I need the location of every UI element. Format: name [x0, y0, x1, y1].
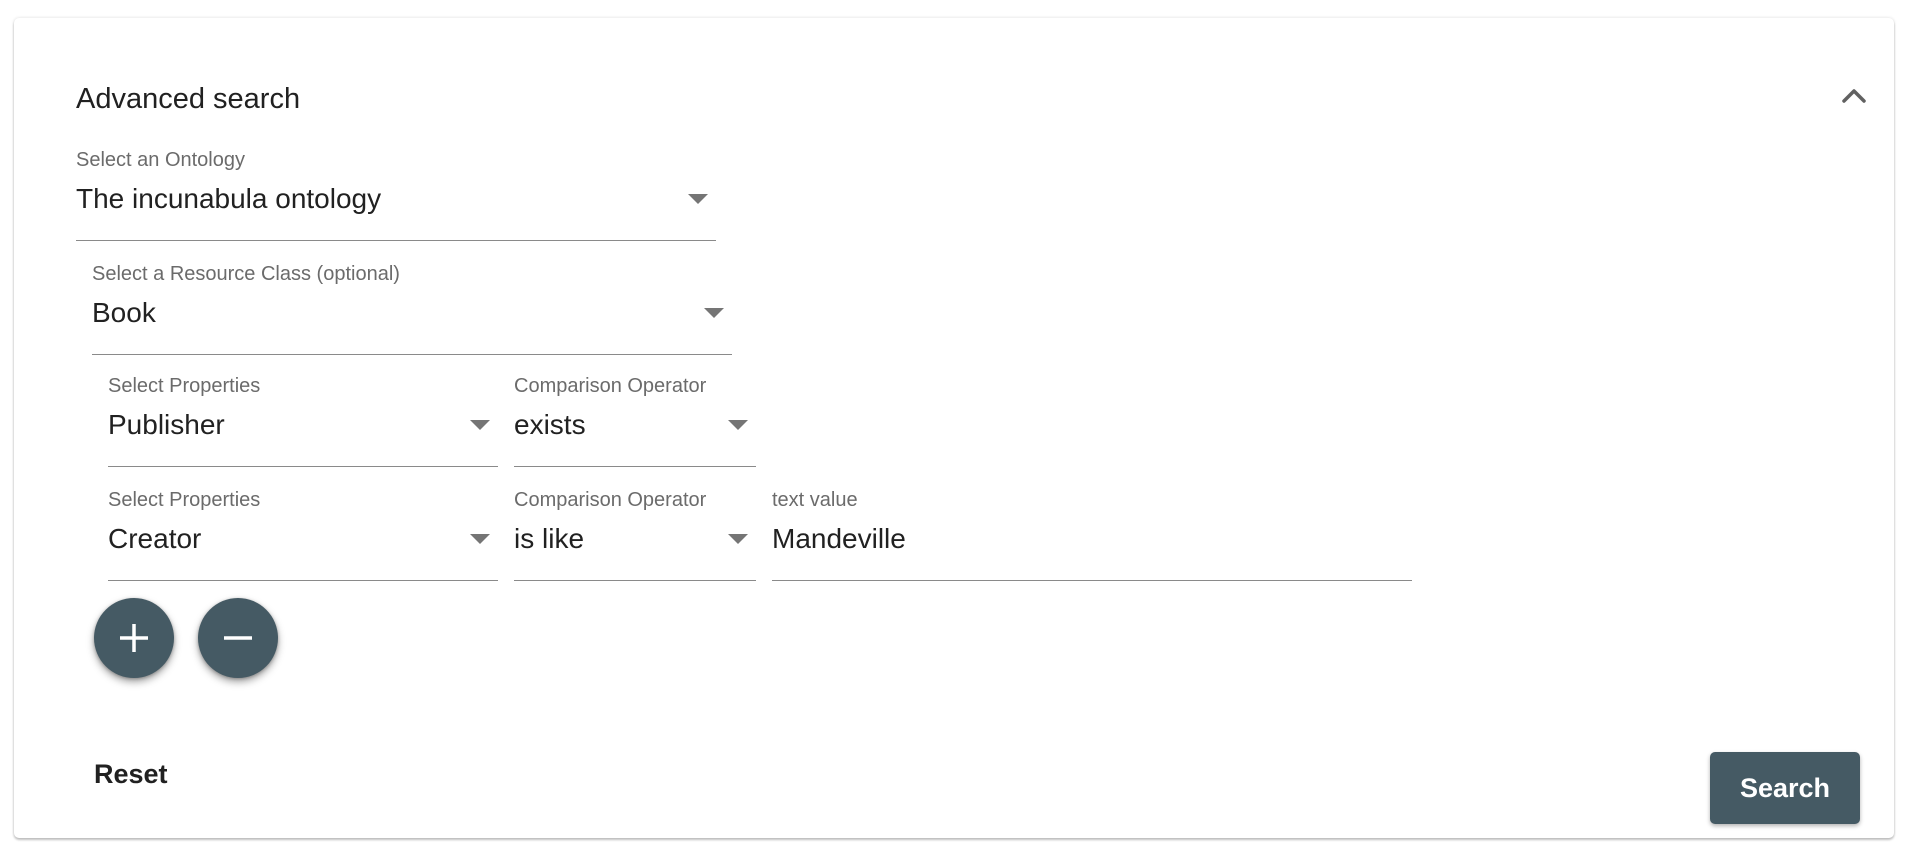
dropdown-arrow-icon	[470, 420, 490, 430]
comparison-operator-label: Comparison Operator	[514, 375, 707, 397]
ontology-select-value: The incunabula ontology	[76, 183, 382, 214]
dropdown-arrow-icon	[728, 534, 748, 544]
comparison-operator-value: is like	[514, 523, 585, 554]
search-button[interactable]: Search	[1710, 752, 1860, 824]
text-value-value: Mandeville	[772, 523, 906, 554]
property-select-label: Select Properties	[108, 375, 261, 397]
comparison-operator-select-2[interactable]: Comparison Operator is like	[514, 488, 756, 581]
property-select-value: Publisher	[108, 409, 225, 440]
dropdown-arrow-icon	[728, 420, 748, 430]
dropdown-arrow-icon	[688, 194, 708, 204]
advanced-search-panel: Advanced search Select an Ontology The i…	[14, 18, 1894, 838]
property-select-value: Creator	[108, 523, 202, 554]
reset-button[interactable]: Reset	[94, 754, 168, 794]
ontology-select-label: Select an Ontology	[76, 149, 245, 171]
remove-property-button[interactable]	[198, 598, 278, 678]
plus-icon	[120, 624, 148, 652]
text-value-input[interactable]: text value Mandeville	[772, 488, 1412, 581]
minus-icon	[224, 636, 252, 640]
collapse-button[interactable]	[1834, 76, 1874, 116]
property-select-1[interactable]: Select Properties Publisher	[108, 374, 498, 467]
resource-class-select[interactable]: Select a Resource Class (optional) Book	[92, 262, 732, 355]
comparison-operator-value: exists	[514, 409, 586, 440]
comparison-operator-label: Comparison Operator	[514, 489, 707, 511]
add-property-button[interactable]	[94, 598, 174, 678]
panel-title: Advanced search	[76, 83, 301, 115]
property-select-2[interactable]: Select Properties Creator	[108, 488, 498, 581]
ontology-select[interactable]: Select an Ontology The incunabula ontolo…	[76, 148, 716, 241]
resource-class-select-value: Book	[92, 297, 156, 328]
text-value-label: text value	[772, 489, 858, 511]
dropdown-arrow-icon	[470, 534, 490, 544]
resource-class-select-label: Select a Resource Class (optional)	[92, 263, 400, 285]
dropdown-arrow-icon	[704, 308, 724, 318]
chevron-up-icon	[1842, 89, 1866, 103]
property-select-label: Select Properties	[108, 489, 261, 511]
comparison-operator-select-1[interactable]: Comparison Operator exists	[514, 374, 756, 467]
